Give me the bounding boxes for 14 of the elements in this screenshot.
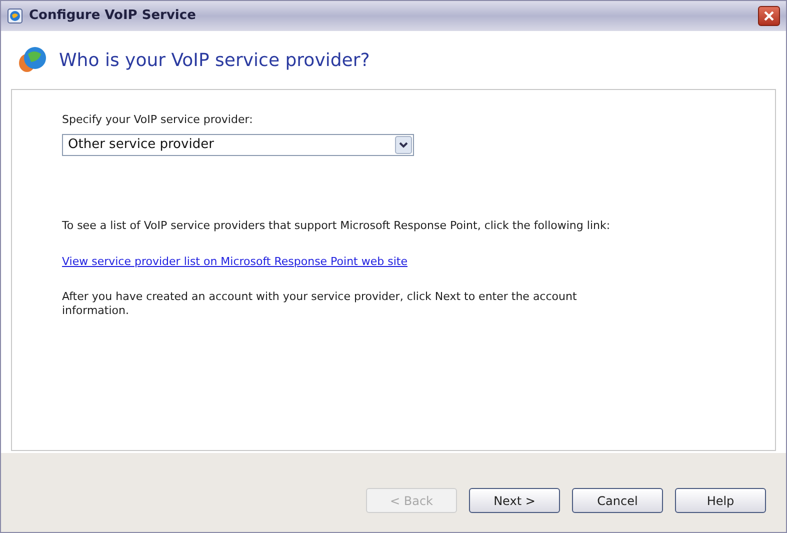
globe-icon [17,45,49,75]
dialog-button[interactable]: Next > [469,488,560,513]
field-label: Specify your VoIP service provider: [62,112,254,128]
dialog-button[interactable]: Cancel [572,488,663,513]
provider-dropdown[interactable]: Other service provider [62,134,414,156]
close-icon [763,10,775,22]
page-heading: Who is your VoIP service provider? [59,48,370,72]
window-title: Configure VoIP Service [29,7,196,26]
close-button[interactable] [758,6,780,26]
provider-list-link[interactable]: View service provider list on Microsoft Response Point web site [62,254,408,270]
dialog-button[interactable]: Help [675,488,766,513]
instruction-text: After you have created an account with your service provider, click Next to enter the account information. [62,290,578,318]
info-text: To see a list of VoIP service providers that support Microsoft Response Point, click the following link: [62,218,612,234]
globe-icon [7,8,23,24]
